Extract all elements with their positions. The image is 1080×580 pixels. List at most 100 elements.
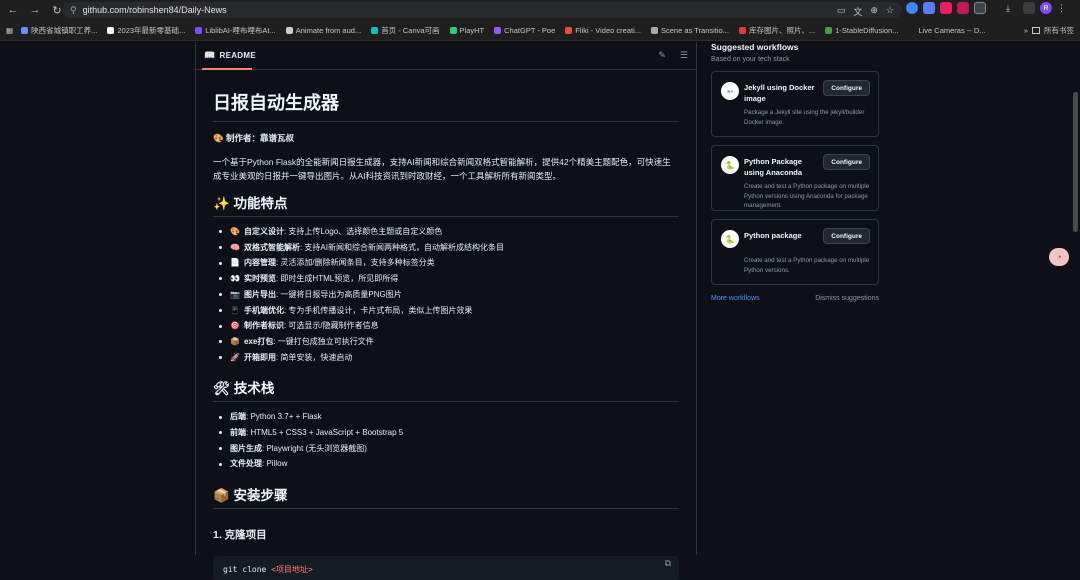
workflow-name: Jekyll using Docker image bbox=[744, 83, 815, 103]
dismiss-suggestions-link[interactable]: Dismiss suggestions bbox=[815, 295, 879, 302]
bookmark-item[interactable]: Scene as Transitio... bbox=[651, 25, 729, 36]
back-arrow-icon[interactable]: ← bbox=[4, 1, 22, 19]
bookmark-item[interactable]: Live Cameras -- D... bbox=[908, 25, 986, 36]
bullet-icon bbox=[219, 293, 222, 297]
bullet-icon bbox=[219, 261, 222, 265]
feature-desc: : 灵活添加/删除新闻条目，支持多种标签分类 bbox=[275, 258, 435, 268]
bookmark-label: Scene as Transitio... bbox=[661, 25, 729, 35]
page-title: 日报自动生成器 bbox=[213, 89, 679, 122]
feature-emoji-icon: 📦 bbox=[230, 336, 240, 346]
sidepanel-icon[interactable] bbox=[1023, 2, 1035, 14]
apps-grid-icon[interactable]: ▦ bbox=[6, 26, 13, 35]
feature-desc: : 即时生成HTML预览，所见即所得 bbox=[275, 274, 399, 284]
tech-desc: : Playwright (无头浏览器截图) bbox=[262, 443, 367, 453]
feature-name: exe打包 bbox=[243, 336, 274, 346]
tech-list: 后端: Python 3.7+ + Flask 前端: HTML5 + CSS3 … bbox=[213, 409, 679, 472]
features-heading: ✨ 功能特点 bbox=[213, 192, 679, 217]
bookmark-item[interactable]: 陕西省城镇职工养... bbox=[21, 25, 97, 36]
extension-icon[interactable] bbox=[923, 2, 935, 14]
python-logo-icon: 🐍 bbox=[721, 230, 739, 248]
download-icon[interactable]: ⤓ bbox=[1006, 2, 1018, 14]
copy-icon[interactable]: ⧉ bbox=[665, 559, 671, 569]
step1-heading: 1. 克隆项目 bbox=[213, 529, 267, 542]
feature-name: 制作者标识 bbox=[243, 321, 284, 331]
extension-icon[interactable] bbox=[940, 2, 952, 14]
outline-list-icon[interactable]: ☰ bbox=[680, 50, 688, 61]
bookmark-item[interactable]: LiblibAI-哩布哩布AI... bbox=[195, 25, 276, 36]
feature-desc: : 一键将日报导出为高质量PNG图片 bbox=[275, 289, 402, 299]
tech-item: 前端: HTML5 + CSS3 + JavaScript + Bootstra… bbox=[219, 425, 679, 441]
bookmark-item[interactable]: 首页 - Canva可画 bbox=[371, 25, 440, 36]
feature-name: 双格式智能解析 bbox=[243, 242, 300, 252]
menu-icon[interactable]: ⋮ bbox=[1057, 3, 1066, 14]
bookmark-item[interactable]: 库存图片、照片、... bbox=[738, 25, 816, 36]
bookmark-favicon-icon bbox=[449, 26, 457, 34]
bookmark-item[interactable]: 1-StableDiffusion... bbox=[825, 25, 898, 36]
cast-icon[interactable]: ▭ bbox=[837, 5, 846, 18]
configure-button[interactable]: Configure bbox=[823, 154, 870, 170]
forward-arrow-icon[interactable]: → bbox=[26, 1, 44, 19]
feature-desc: : 简单安装，快速启动 bbox=[275, 352, 353, 362]
bullet-icon bbox=[219, 246, 222, 250]
feature-desc: : 专为手机传播设计，卡片式布局，类似上传图片效果 bbox=[283, 305, 473, 315]
bookmark-label: 库存图片、照片、... bbox=[748, 25, 816, 35]
extensions-puzzle-icon[interactable] bbox=[974, 2, 986, 14]
feature-desc: : 支持上传Logo、选择颜色主题或自定义颜色 bbox=[283, 227, 443, 236]
bookmark-favicon-icon bbox=[195, 26, 203, 34]
address-bar[interactable]: ⚲ github.com/robinshen84/Daily-News ▭ 文 … bbox=[62, 2, 902, 18]
suggested-workflows: Suggested workflows Based on your tech s… bbox=[711, 42, 879, 302]
edit-pencil-icon[interactable]: ✎ bbox=[658, 50, 666, 61]
more-workflows-link[interactable]: More workflows bbox=[711, 295, 760, 302]
feature-desc: : 可选显示/隐藏制作者信息 bbox=[283, 321, 379, 331]
extension-icon[interactable] bbox=[957, 2, 969, 14]
tech-name: 后端 bbox=[230, 412, 246, 422]
scrollbar[interactable] bbox=[1073, 92, 1078, 232]
feature-name: 实时预览 bbox=[243, 274, 276, 284]
readme-content: 日报自动生成器 🎨 制作者：靠谱瓦叔 一个基于Python Flask的全能新闻… bbox=[196, 89, 696, 580]
bookmark-star-icon[interactable]: ☆ bbox=[886, 5, 894, 18]
bookmarks-more-button[interactable]: » bbox=[1024, 26, 1028, 35]
translate-icon[interactable]: 文 bbox=[853, 5, 862, 18]
zoom-icon[interactable]: ⊕ bbox=[870, 5, 878, 18]
site-info-icon[interactable]: ⚲ bbox=[70, 5, 77, 16]
tech-desc: : Pillow bbox=[262, 459, 288, 469]
floating-assistant-icon[interactable]: ◔ bbox=[1049, 248, 1069, 266]
feature-item: 📱 手机端优化: 专为手机传播设计，卡片式布局，类似上传图片效果 bbox=[219, 303, 679, 319]
configure-button[interactable]: Configure bbox=[823, 80, 870, 96]
bookmark-label: ChatGPT - Poe bbox=[504, 25, 556, 35]
tech-item: 文件处理: Pillow bbox=[219, 456, 679, 472]
bookmark-favicon-icon bbox=[371, 26, 379, 34]
configure-button[interactable]: Configure bbox=[823, 228, 870, 244]
bookmark-item[interactable]: Fliki - Video creati... bbox=[565, 25, 641, 36]
bookmarks-bar: ▦ 陕西省城镇职工养... 2023年最新零基础... LiblibAI-哩布哩布A… bbox=[0, 20, 1080, 41]
bookmark-item[interactable]: ChatGPT - Poe bbox=[494, 25, 555, 36]
feature-item: 📄 内容管理: 灵活添加/删除新闻条目，支持多种标签分类 bbox=[219, 255, 679, 271]
feature-emoji-icon: 📄 bbox=[230, 258, 240, 268]
bookmark-label: LiblibAI-哩布哩布AI... bbox=[205, 25, 276, 35]
bookmark-favicon-icon bbox=[908, 26, 916, 34]
workflow-card: ➳ Jekyll using Docker image Configure Packa… bbox=[711, 71, 879, 137]
bookmark-item[interactable]: PlayHT bbox=[449, 25, 484, 36]
active-tab-indicator bbox=[202, 68, 252, 70]
tech-item: 图片生成: Playwright (无头浏览器截图) bbox=[219, 441, 679, 457]
feature-emoji-icon: 🧠 bbox=[230, 242, 240, 252]
bullet-icon bbox=[219, 277, 222, 281]
code-block: git clone <项目地址> ⧉ bbox=[213, 556, 679, 580]
bookmark-item[interactable]: Animate from aud... bbox=[285, 25, 361, 36]
bullet-icon bbox=[219, 462, 222, 466]
jekyll-logo-icon: ➳ bbox=[721, 82, 739, 100]
tech-item: 后端: Python 3.7+ + Flask bbox=[219, 409, 679, 425]
feature-item: 🎨 自定义设计: 支持上传Logo、选择颜色主题或自定义颜色 bbox=[219, 224, 679, 240]
bookmark-item[interactable]: 2023年最新零基础... bbox=[107, 25, 185, 36]
palette-icon: 🎨 bbox=[213, 133, 224, 143]
bookmark-favicon-icon bbox=[107, 26, 115, 34]
all-bookmarks-link[interactable]: 所有书签 bbox=[1044, 25, 1074, 36]
tab-readme[interactable]: 📖 README bbox=[204, 50, 256, 61]
extension-icon[interactable] bbox=[906, 2, 918, 14]
feature-item: 🎯 制作者标识: 可选显示/隐藏制作者信息 bbox=[219, 318, 679, 334]
bookmark-favicon-icon bbox=[825, 26, 833, 34]
avatar[interactable]: R bbox=[1040, 2, 1052, 14]
feature-item: 🧠 双格式智能解析: 支持AI新闻和综合新闻两种格式，自动解析成结构化条目 bbox=[219, 240, 679, 256]
workflows-subtitle: Based on your tech stack bbox=[711, 56, 790, 63]
bookmark-favicon-icon bbox=[285, 26, 293, 34]
